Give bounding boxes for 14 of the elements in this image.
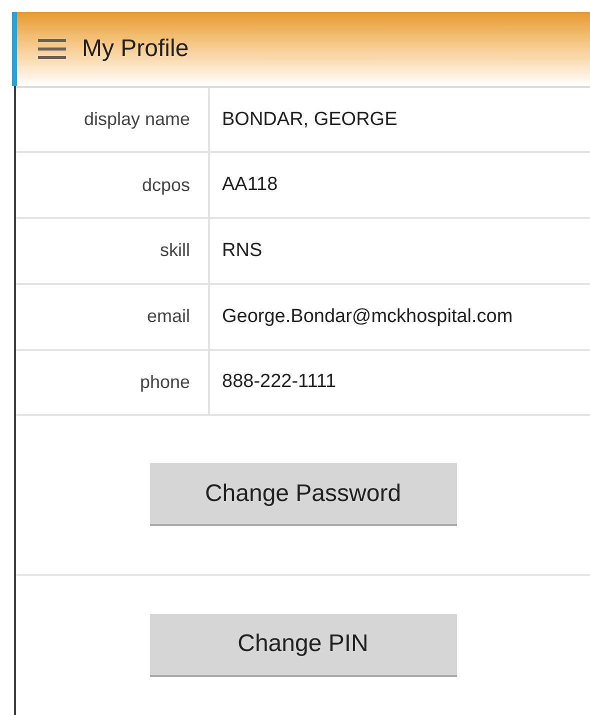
menu-icon[interactable] xyxy=(38,38,66,60)
change-pin-button[interactable]: Change PIN xyxy=(150,614,456,677)
field-label: skill xyxy=(16,219,210,283)
change-password-button[interactable]: Change Password xyxy=(150,463,456,526)
field-label: display name xyxy=(16,88,210,152)
field-value: AA118 xyxy=(221,173,279,198)
field-label: dcpos xyxy=(16,153,210,218)
page-title: My Profile xyxy=(82,34,189,63)
field-value: RNS xyxy=(221,238,264,263)
field-value: 888-222-1111 xyxy=(221,370,338,394)
field-label: phone xyxy=(16,350,210,414)
field-value: BONDAR, GEORGE xyxy=(221,108,398,132)
field-label: email xyxy=(16,284,210,349)
field-value: George.Bondar@mckhospital.com xyxy=(221,304,514,329)
